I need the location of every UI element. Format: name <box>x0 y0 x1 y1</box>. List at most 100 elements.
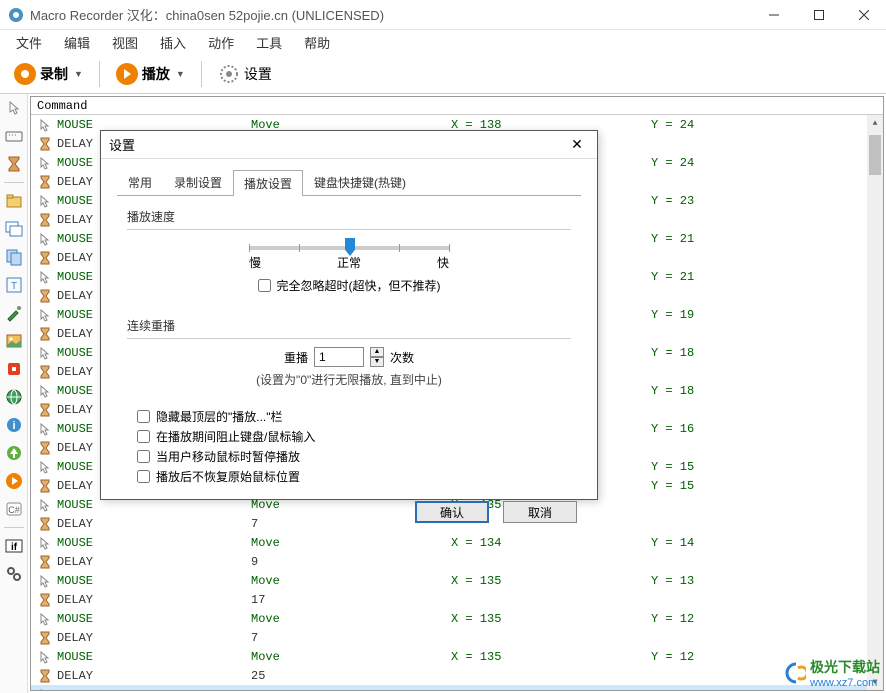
skip-timeout-checkbox[interactable] <box>258 279 271 292</box>
dialog-titlebar[interactable]: 设置 ✕ <box>101 131 597 159</box>
menu-edit[interactable]: 编辑 <box>54 30 100 55</box>
ok-button[interactable]: 确认 <box>415 501 489 523</box>
copy-tool-icon[interactable] <box>4 247 24 267</box>
gear-icon <box>218 63 240 85</box>
info-tool-icon[interactable]: i <box>4 415 24 435</box>
cursor-icon <box>37 536 53 550</box>
dialog-close-button[interactable]: ✕ <box>565 133 589 157</box>
cursor-icon <box>37 156 53 170</box>
settings-button[interactable]: 设置 <box>212 58 278 90</box>
chevron-down-icon: ▼ <box>176 69 185 79</box>
repeat-count-input[interactable] <box>314 347 364 367</box>
globe-tool-icon[interactable] <box>4 387 24 407</box>
table-row[interactable]: DELAY25 <box>31 666 883 685</box>
hourglass-icon <box>37 365 53 379</box>
watermark-logo-icon <box>778 662 806 684</box>
play-tool-icon[interactable] <box>4 471 24 491</box>
svg-text:C#: C# <box>8 505 20 515</box>
menu-insert[interactable]: 插入 <box>150 30 196 55</box>
cursor-icon <box>37 346 53 360</box>
menu-action[interactable]: 动作 <box>198 30 244 55</box>
watermark: 极光下载站 www.xz7.com <box>778 657 880 689</box>
table-row[interactable]: DELAY17 <box>31 590 883 609</box>
menubar: 文件 编辑 视图 插入 动作 工具 帮助 <box>0 30 886 54</box>
mouse-tool-icon[interactable] <box>4 98 24 118</box>
hourglass-icon <box>37 517 53 531</box>
table-row[interactable]: MOUSEMoveX = 135Y = 12 <box>31 647 883 666</box>
cursor-icon <box>37 422 53 436</box>
tab-hotkeys[interactable]: 键盘快捷键(热键) <box>303 169 417 195</box>
stop-tool-icon[interactable] <box>4 359 24 379</box>
close-button[interactable] <box>841 0 886 30</box>
cursor-icon <box>37 308 53 322</box>
csharp-tool-icon[interactable]: C# <box>4 499 24 519</box>
play-icon <box>116 63 138 85</box>
maximize-button[interactable] <box>796 0 841 30</box>
text-tool-icon[interactable]: T <box>4 275 24 295</box>
open-tool-icon[interactable] <box>4 191 24 211</box>
scrollbar-thumb[interactable] <box>869 135 881 175</box>
vertical-scrollbar[interactable]: ▲ ▼ <box>867 115 883 690</box>
pause-on-mouse-checkbox[interactable] <box>137 450 150 463</box>
window-tool-icon[interactable] <box>4 219 24 239</box>
settings-tool-icon[interactable] <box>4 564 24 584</box>
titlebar: Macro Recorder 汉化：china0sen 52pojie.cn (… <box>0 0 886 30</box>
svg-text:i: i <box>12 420 15 432</box>
main-toolbar: 录制 ▼ 播放 ▼ 设置 <box>0 54 886 94</box>
hourglass-icon <box>37 441 53 455</box>
tab-record-settings[interactable]: 录制设置 <box>163 169 233 195</box>
block-input-checkbox[interactable] <box>137 430 150 443</box>
minimize-button[interactable] <box>751 0 796 30</box>
hide-play-bar-checkbox[interactable] <box>137 410 150 423</box>
up-tool-icon[interactable] <box>4 443 24 463</box>
playback-speed-group: 播放速度 慢 正常 快 完全忽略超时(超快，但不推荐) <box>127 208 571 305</box>
delay-tool-icon[interactable] <box>4 154 24 174</box>
record-icon <box>14 63 36 85</box>
hourglass-icon <box>37 403 53 417</box>
no-restore-mouse-checkbox[interactable] <box>137 470 150 483</box>
table-row[interactable]: DELAY9 <box>31 552 883 571</box>
menu-tools[interactable]: 工具 <box>246 30 292 55</box>
keyboard-tool-icon[interactable] <box>4 126 24 146</box>
menu-file[interactable]: 文件 <box>6 30 52 55</box>
menu-view[interactable]: 视图 <box>102 30 148 55</box>
image-tool-icon[interactable] <box>4 331 24 351</box>
svg-text:if: if <box>10 542 17 553</box>
chevron-down-icon: ▼ <box>74 69 83 79</box>
cancel-button[interactable]: 取消 <box>503 501 577 523</box>
cursor-icon <box>37 650 53 664</box>
cursor-icon <box>37 574 53 588</box>
hourglass-icon <box>37 137 53 151</box>
hourglass-icon <box>37 555 53 569</box>
table-row[interactable]: MOUSEMoveX = 135Y = 12 <box>31 609 883 628</box>
table-row[interactable]: MOUSEMoveX = 134Y = 14 <box>31 533 883 552</box>
repeat-spinner[interactable]: ▲▼ <box>370 347 384 367</box>
window-title: Macro Recorder 汉化：china0sen 52pojie.cn (… <box>30 5 751 24</box>
hourglass-icon <box>37 251 53 265</box>
table-row[interactable]: MOUSEMoveX = 135Y = 13 <box>31 571 883 590</box>
hourglass-icon <box>37 289 53 303</box>
scroll-up-icon[interactable]: ▲ <box>867 115 883 131</box>
menu-help[interactable]: 帮助 <box>294 30 340 55</box>
cursor-icon <box>37 270 53 284</box>
cursor-icon <box>37 612 53 626</box>
play-button[interactable]: 播放 ▼ <box>110 58 191 90</box>
settings-dialog: 设置 ✕ 常用 录制设置 播放设置 键盘快捷键(热键) 播放速度 慢 正常 快 <box>100 130 598 500</box>
hourglass-icon <box>37 593 53 607</box>
table-row[interactable]: DELAY7 <box>31 628 883 647</box>
tab-general[interactable]: 常用 <box>117 169 163 195</box>
table-header[interactable]: Command <box>31 97 883 115</box>
table-row[interactable]: MOUSEMoveX = 135Y = 11 <box>31 685 883 691</box>
if-tool-icon[interactable]: if <box>4 536 24 556</box>
hourglass-icon <box>37 175 53 189</box>
tab-play-settings[interactable]: 播放设置 <box>233 170 303 196</box>
hourglass-icon <box>37 327 53 341</box>
speed-slider[interactable] <box>249 246 449 250</box>
hourglass-icon <box>37 631 53 645</box>
repeat-group: 连续重播 重播 ▲▼ 次数 (设置为"0"进行无限播放, 直到中止) <box>127 317 571 396</box>
picker-tool-icon[interactable] <box>4 303 24 323</box>
cursor-icon <box>37 384 53 398</box>
record-button[interactable]: 录制 ▼ <box>8 58 89 90</box>
hourglass-icon <box>37 213 53 227</box>
svg-text:T: T <box>10 281 16 292</box>
